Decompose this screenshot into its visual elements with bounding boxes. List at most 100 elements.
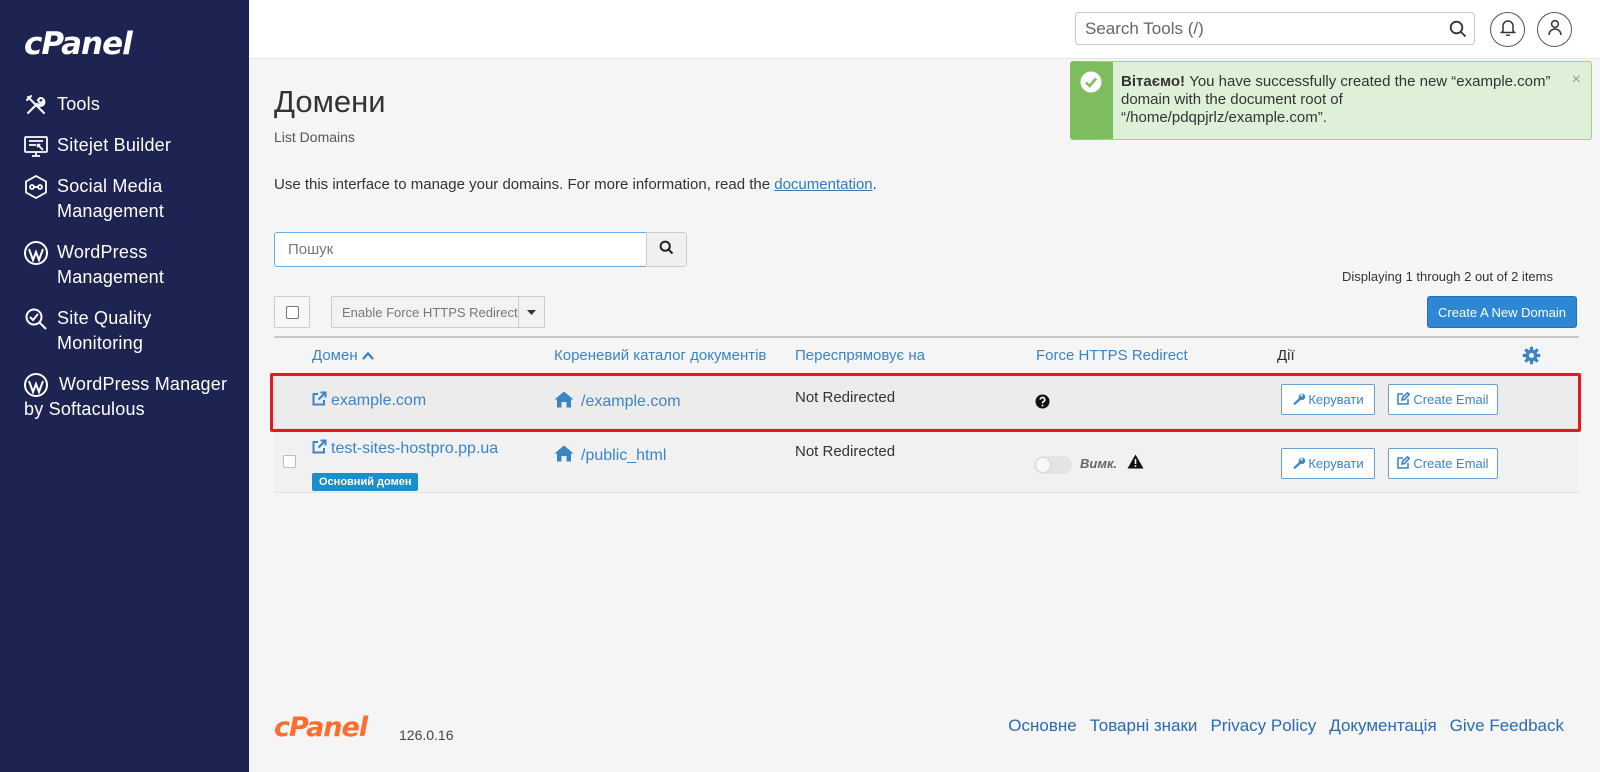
sitejet-icon [24,134,48,158]
check-circle-icon [1080,71,1102,98]
main-content: Домени List Domains Use this interface t… [249,59,1600,772]
create-email-button[interactable]: Create Email [1388,448,1498,479]
user-icon [1547,19,1563,41]
primary-domain-badge: Основний домен [312,473,419,491]
sidebar-item-label: Site Quality Monitoring [57,308,152,353]
home-icon [554,445,581,467]
redirect-status: Not Redirected [795,443,896,460]
bell-icon [1499,19,1516,41]
domain-link[interactable]: example.com [312,391,426,411]
toggle-knob [1035,457,1051,473]
external-link-icon [312,439,331,459]
column-docroot[interactable]: Кореневий каталог документів [554,347,766,364]
column-force-https[interactable]: Force HTTPS Redirect [1036,347,1188,364]
domain-search-button[interactable] [646,232,687,267]
page-subtitle: List Domains [274,129,355,145]
wrench-icon [1292,392,1308,408]
social-media-icon [24,175,48,199]
warning-icon[interactable] [1127,454,1144,474]
sidebar-nav: Tools Sitejet Builder Social Media Manag… [0,92,249,438]
sidebar-item-label: WordPress Manager by Softaculous [24,374,228,419]
intro-text: Use this interface to manage your domain… [274,176,877,193]
intro-body: Use this interface to manage your domain… [274,176,775,193]
column-label: Домен [312,347,358,364]
search-tools [1075,12,1475,45]
footer-link-home[interactable]: Основне [1008,716,1076,736]
gear-icon[interactable] [1522,346,1541,370]
domain-name: example.com [331,392,427,409]
create-email-label: Create Email [1413,392,1489,407]
site-quality-icon [24,307,48,331]
edit-icon [1397,455,1413,472]
footer-cpanel-logo: cPanel [274,712,368,743]
footer-link-trademarks[interactable]: Товарні знаки [1090,716,1198,736]
chevron-up-icon [361,347,374,364]
sidebar-item-sitejet[interactable]: Sitejet Builder [0,133,249,158]
column-domain[interactable]: Домен [312,347,374,364]
create-domain-button[interactable]: Create A New Domain [1427,296,1577,328]
footer-link-privacy[interactable]: Privacy Policy [1210,716,1316,736]
force-https-button[interactable]: Enable Force HTTPS Redirect [331,296,519,328]
user-menu-button[interactable] [1537,12,1572,47]
sidebar-item-label: Social Media Management [57,176,165,221]
search-icon [659,240,674,260]
footer-link-documentation[interactable]: Документація [1329,716,1436,736]
docroot-link[interactable]: /example.com [554,391,681,413]
redirect-status: Not Redirected [795,389,896,406]
docroot-path: /example.com [581,393,681,410]
sidebar-item-tools[interactable]: Tools [0,92,249,117]
manage-label: Керувати [1308,392,1364,407]
top-bar [249,0,1600,59]
force-https-dropdown[interactable] [518,296,545,328]
force-https-toggle[interactable] [1034,456,1072,474]
version-number: 126.0.16 [399,727,454,743]
footer-links: Основне Товарні знаки Privacy Policy Док… [1008,716,1564,736]
sidebar-item-site-quality[interactable]: Site Quality Monitoring [0,306,249,356]
sidebar-item-label: WordPress Management [57,242,165,287]
pagination-summary: Displaying 1 through 2 out of 2 items [1341,269,1553,284]
notifications-button[interactable] [1490,12,1525,47]
page-title: Домени [274,84,386,119]
cpanel-logo[interactable]: cPanel [24,26,133,62]
create-email-button[interactable]: Create Email [1388,384,1498,415]
docroot-path: /public_html [581,447,667,464]
column-actions: Дії [1277,347,1295,364]
wordpress-icon [24,241,48,265]
column-redirects[interactable]: Переспрямовує на [795,347,925,364]
manage-button[interactable]: Керувати [1281,448,1375,479]
table-header: Домен Кореневий каталог документів Перес… [274,336,1579,374]
sidebar-item-wordpress-management[interactable]: WordPress Management [0,240,249,290]
manage-button[interactable]: Керувати [1281,384,1375,415]
create-email-label: Create Email [1413,456,1489,471]
table-row: test-sites-hostpro.pp.ua Основний домен … [274,429,1579,493]
row-checkbox[interactable] [283,455,296,468]
alert-text: You have successfully created the new “e… [1121,73,1551,126]
intro-end: . [872,176,877,193]
manage-label: Керувати [1308,456,1364,471]
search-icon[interactable] [1449,20,1467,43]
domain-link[interactable]: test-sites-hostpro.pp.ua [312,439,498,459]
search-tools-input[interactable] [1076,13,1436,44]
sidebar: cPanel Tools Sitejet Builder Social Medi… [0,0,249,772]
external-link-icon [312,391,331,411]
alert-message: Вітаємо! You have successfully created t… [1121,73,1551,127]
domain-filter [274,232,688,267]
select-all-checkbox[interactable] [274,296,310,328]
documentation-link[interactable]: documentation [774,176,872,193]
sidebar-item-label: Tools [57,94,101,114]
tools-icon [24,93,48,117]
docroot-link[interactable]: /public_html [554,445,666,467]
caret-down-icon [527,303,536,321]
sidebar-item-wordpress-manager-softaculous[interactable]: WordPress Manager by Softaculous [0,372,249,422]
question-circle-icon[interactable] [1035,394,1050,414]
home-icon [554,391,581,413]
footer-link-feedback[interactable]: Give Feedback [1450,716,1564,736]
sidebar-item-social-media[interactable]: Social Media Management [0,174,249,224]
success-alert: Вітаємо! You have successfully created t… [1070,61,1592,140]
close-icon[interactable]: × [1572,71,1581,89]
domain-name: test-sites-hostpro.pp.ua [331,440,499,457]
table-row: example.com /example.com Not Redirected … [274,374,1579,429]
wrench-icon [1292,456,1308,472]
alert-title: Вітаємо! [1121,73,1186,90]
domain-search-input[interactable] [274,232,647,267]
